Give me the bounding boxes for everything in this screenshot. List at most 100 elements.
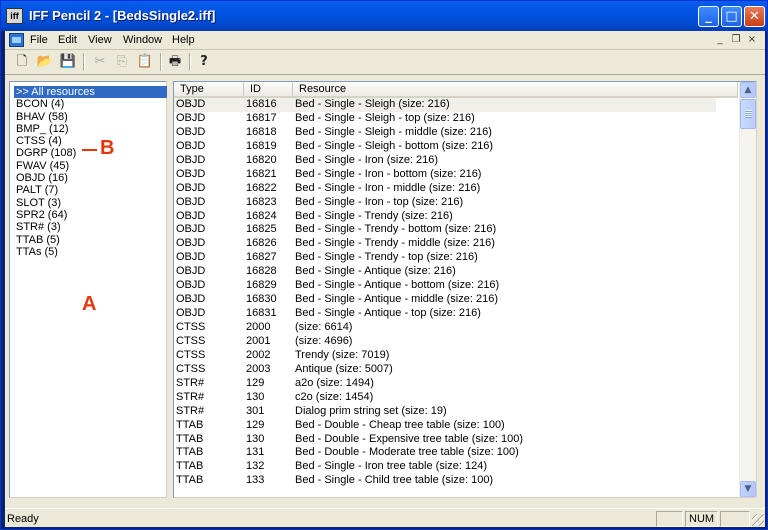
table-row[interactable]: OBJD 16831 Bed - Single - Antique - top (s… [174,307,738,321]
minimize-button[interactable]: _ [698,6,719,27]
column-header-resource[interactable]: Resource [293,82,738,98]
cell-resource: Bed - Double - Moderate tree table (size… [295,446,519,459]
table-row[interactable]: STR# 129 a2o (size: 1494) [174,377,738,391]
left-item-bcon[interactable]: BCON (4) [14,98,167,110]
menu-view[interactable]: View [88,34,112,46]
app-icon[interactable]: iff [6,8,23,24]
close-button[interactable]: ✕ [744,6,765,27]
left-item-all-resources[interactable]: >> All resources [14,86,167,99]
cell-type: OBJD [176,237,206,250]
cell-id: 2000 [246,321,271,333]
table-row[interactable]: OBJD 16829 Bed - Single - Antique - bottom… [174,279,738,293]
help-icon[interactable]: ? [195,53,213,71]
column-header-id[interactable]: ID [244,82,293,98]
table-row[interactable]: TTAB 133 Bed - Single - Child tree table (… [174,474,738,488]
table-row[interactable]: CTSS 2003 Antique (size: 5007) [174,363,738,377]
save-icon[interactable]: 💾 [59,53,77,71]
cell-resource: Bed - Single - Antique - bottom (size: 2… [295,279,500,292]
scroll-down-button[interactable]: ▼ [740,481,756,497]
table-row[interactable]: TTAB 130 Bed - Double - Expensive tree tab… [174,433,738,447]
cell-type: TTAB [176,418,204,431]
cell-id: 301 [246,404,265,417]
left-item-palt[interactable]: PALT (7) [14,184,167,196]
document-icon[interactable] [9,33,24,47]
scroll-thumb[interactable] [740,99,756,129]
paste-icon[interactable]: 📋 [136,53,154,71]
menu-file[interactable]: File [30,34,48,46]
table-row[interactable]: OBJD 16824 Bed - Single - Trendy (size: 21… [174,210,738,224]
cell-type: OBJD [176,98,206,110]
cell-type: OBJD [176,153,206,166]
left-item-spr2[interactable]: SPR2 (64) [14,209,167,221]
maximize-button[interactable]: □ [721,6,742,27]
vertical-scrollbar[interactable]: ▲ ▼ [739,82,756,497]
left-item-slot[interactable]: SLOT (3) [14,197,167,209]
copy-icon[interactable]: ⎘ [113,53,131,71]
table-row[interactable]: TTAB 131 Bed - Double - Moderate tree tabl… [174,446,738,460]
table-row[interactable]: OBJD 16828 Bed - Single - Antique (size: 2… [174,265,738,279]
left-item-ctss[interactable]: CTSS (4) [14,135,167,147]
toolbar-separator [160,53,162,71]
annotation-b-line [82,149,97,151]
table-row[interactable]: CTSS 2000 (size: 6614) [174,321,738,335]
table-row[interactable]: OBJD 16821 Bed - Single - Iron - bottom (s… [174,168,738,182]
list-header: Type ID Resource [174,82,738,98]
print-icon[interactable]: 🖶 [166,53,184,71]
menu-window[interactable]: Window [123,34,162,46]
mdi-minimize-button[interactable]: _ [713,34,727,47]
table-row[interactable]: OBJD 16830 Bed - Single - Antique - middle… [174,293,738,307]
table-row[interactable]: CTSS 2002 Trendy (size: 7019) [174,349,738,363]
cut-icon[interactable]: ✂ [91,53,109,71]
cell-type: TTAB [176,446,204,459]
cell-id: 16827 [246,251,277,264]
cell-id: 16824 [246,209,277,222]
table-row[interactable]: OBJD 16820 Bed - Single - Iron (size: 216) [174,154,738,168]
table-row[interactable]: OBJD 16827 Bed - Single - Trendy - top (si… [174,251,738,265]
app-window: iff IFF Pencil 2 - [BedsSingle2.iff] _ □… [0,0,768,530]
table-row[interactable]: OBJD 16817 Bed - Single - Sleigh - top (si… [174,112,738,126]
mdi-close-button[interactable]: × [745,34,759,47]
cell-resource: Bed - Double - Cheap tree table (size: 1… [295,418,505,431]
cell-id: 129 [246,418,265,431]
left-item-bmp[interactable]: BMP_ (12) [14,123,167,135]
left-item-ttab[interactable]: TTAB (5) [14,234,167,246]
left-item-str[interactable]: STR# (3) [14,221,167,233]
table-row[interactable]: OBJD 16826 Bed - Single - Trendy - middle … [174,237,738,251]
client-area: File Edit View Window Help _ ❐ × 🗋 📂 💾 ✂… [5,31,765,527]
table-row[interactable]: OBJD 16818 Bed - Single - Sleigh - middle … [174,126,738,140]
resource-list-view[interactable]: Type ID Resource OBJD 16816 Bed - Single -… [173,81,757,498]
mdi-restore-button[interactable]: ❐ [729,34,743,47]
title-bar[interactable]: iff IFF Pencil 2 - [BedsSingle2.iff] _ □… [1,1,767,31]
resize-grip[interactable] [752,514,764,526]
cell-type: CTSS [176,362,206,375]
new-icon[interactable]: 🗋 [13,53,31,71]
table-row[interactable]: OBJD 16825 Bed - Single - Trendy - bottom … [174,223,738,237]
cell-id: 130 [246,432,265,445]
cell-type: TTAB [176,474,204,487]
resource-type-list[interactable]: >> All resources BCON (4) BHAV (58) BMP_… [9,81,167,498]
scroll-up-button[interactable]: ▲ [740,82,756,98]
table-row[interactable]: STR# 301 Dialog prim string set (size: 19) [174,405,738,419]
table-row[interactable]: CTSS 2001 (size: 4696) [174,335,738,349]
table-row[interactable]: OBJD 16823 Bed - Single - Iron - top (size… [174,196,738,210]
toolbar-separator [189,53,191,71]
table-row[interactable]: OBJD 16822 Bed - Single - Iron - middle (s… [174,182,738,196]
left-item-bhav[interactable]: BHAV (58) [14,111,167,123]
menu-edit[interactable]: Edit [58,34,77,46]
left-item-ttas[interactable]: TTAs (5) [14,246,167,258]
left-item-fwav[interactable]: FWAV (45) [14,160,167,172]
cell-resource: Bed - Single - Child tree table (size: 1… [295,474,494,487]
table-row[interactable]: TTAB 129 Bed - Double - Cheap tree table (… [174,419,738,433]
table-row[interactable]: OBJD 16819 Bed - Single - Sleigh - bottom … [174,140,738,154]
open-icon[interactable]: 📂 [36,53,54,71]
list-rows: OBJD 16816 Bed - Single - Sleigh (size: 21… [174,98,738,488]
cell-resource: Bed - Double - Expensive tree table (siz… [295,432,524,445]
status-bar: Ready NUM [5,508,765,527]
table-row[interactable]: TTAB 132 Bed - Single - Iron tree table (s… [174,460,738,474]
menu-help[interactable]: Help [172,34,195,46]
left-item-objd[interactable]: OBJD (16) [14,172,167,184]
cell-id: 2001 [246,334,271,347]
table-row[interactable]: STR# 130 c2o (size: 1454) [174,391,738,405]
table-row[interactable]: OBJD 16816 Bed - Single - Sleigh (size: 21… [174,98,716,112]
column-header-type[interactable]: Type [174,82,244,98]
